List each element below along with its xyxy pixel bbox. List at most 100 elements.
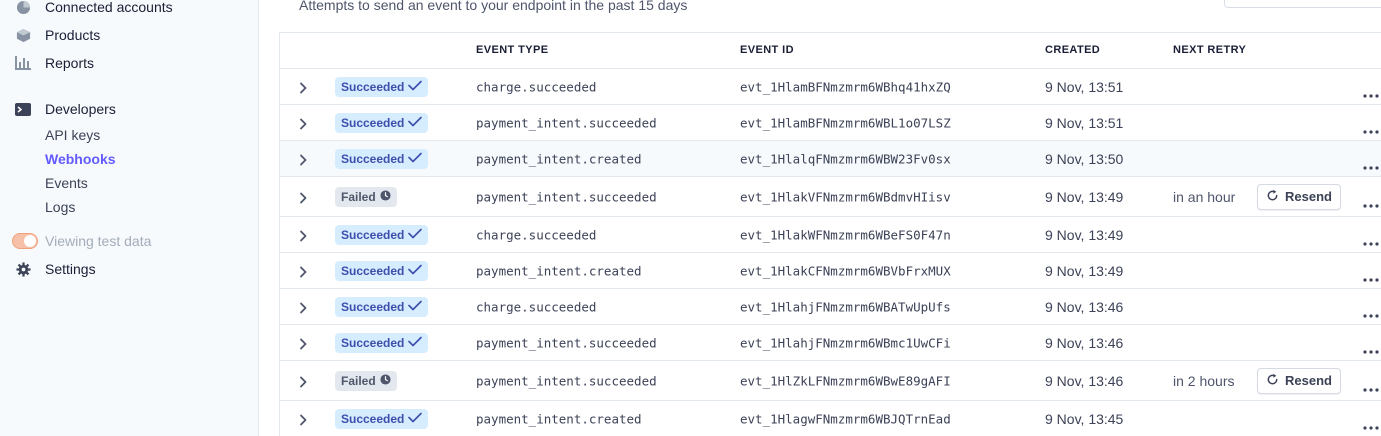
event-type: payment_intent.succeeded: [476, 189, 657, 204]
clock-icon: [376, 373, 391, 388]
more-options-icon[interactable]: [1363, 305, 1379, 318]
status-badge: Failed: [335, 370, 397, 391]
status-text: Succeeded: [341, 411, 405, 426]
table-header: EVENT TYPE EVENT ID CREATED NEXT RETRY: [280, 33, 1381, 69]
table-row[interactable]: Succeeded charge.succeeded evt_1HlakWFNmzm…: [280, 217, 1381, 253]
more-options-icon[interactable]: [1363, 195, 1379, 208]
table-row[interactable]: Succeeded payment_intent.succeeded evt_1Hl…: [280, 325, 1381, 361]
more-options-icon[interactable]: [1363, 157, 1379, 170]
created-time: 9 Nov, 13:49: [1045, 226, 1124, 243]
sidebar-item-products[interactable]: Products: [14, 25, 100, 45]
created-time: 9 Nov, 13:49: [1045, 262, 1124, 279]
event-type: payment_intent.created: [476, 151, 642, 166]
check-icon: [404, 300, 423, 314]
status-badge: Succeeded: [335, 408, 429, 429]
more-options-icon[interactable]: [1363, 341, 1379, 354]
status-text: Failed: [341, 373, 376, 388]
event-type: payment_intent.succeeded: [476, 373, 657, 388]
sidebar-item-api-keys[interactable]: API keys: [45, 125, 100, 145]
more-options-icon[interactable]: [1363, 121, 1379, 134]
check-icon: [404, 336, 423, 350]
table-row[interactable]: Failed payment_intent.succeeded evt_1HlZkL…: [280, 361, 1381, 401]
chevron-right-icon[interactable]: [297, 81, 309, 93]
more-options-icon[interactable]: [1363, 379, 1379, 392]
event-id[interactable]: evt_1HlakVFNmzmrm6WBdmvHIisv: [740, 189, 951, 204]
events-table: EVENT TYPE EVENT ID CREATED NEXT RETRY S…: [279, 32, 1381, 436]
chevron-right-icon[interactable]: [297, 191, 309, 203]
resend-button[interactable]: Resend: [1257, 183, 1341, 210]
column-created: CREATED: [1045, 44, 1101, 56]
connected-accounts-icon: [14, 0, 32, 16]
sidebar: Connected accounts Products Reports Deve…: [0, 0, 259, 436]
sidebar-item-settings[interactable]: Settings: [14, 259, 96, 279]
event-id[interactable]: evt_1HlZkLFNmzmrm6WBwE89gAFI: [740, 373, 951, 388]
created-time: 9 Nov, 13:46: [1045, 372, 1124, 389]
status-badge: Succeeded: [335, 296, 429, 317]
gear-icon: [14, 260, 32, 278]
status-text: Succeeded: [341, 335, 405, 350]
event-type: payment_intent.succeeded: [476, 115, 657, 130]
check-icon: [404, 152, 423, 166]
chevron-right-icon[interactable]: [297, 265, 309, 277]
test-data-toggle[interactable]: [12, 233, 38, 249]
event-type: charge.succeeded: [476, 227, 597, 242]
event-id[interactable]: evt_1HlakWFNmzmrm6WBeFS0F47n: [740, 227, 951, 242]
event-id[interactable]: evt_1HlalqFNmzmrm6WBW23Fv0sx: [740, 151, 951, 166]
event-type: charge.succeeded: [476, 79, 597, 94]
status-badge: Succeeded: [335, 260, 429, 281]
created-time: 9 Nov, 13:46: [1045, 298, 1124, 315]
chevron-right-icon[interactable]: [297, 153, 309, 165]
event-id[interactable]: evt_1HlagwFNmzmrm6WBJQTrnEad: [740, 411, 951, 426]
created-time: 9 Nov, 13:51: [1045, 78, 1124, 95]
event-id[interactable]: evt_1HlahjFNmzmrm6WBmc1UwCFi: [740, 335, 951, 350]
table-row[interactable]: Succeeded payment_intent.succeeded evt_1Hl…: [280, 105, 1381, 141]
check-icon: [404, 264, 423, 278]
event-id[interactable]: evt_1HlamBFNmzmrm6WBhq41hxZQ: [740, 79, 951, 94]
chevron-right-icon[interactable]: [297, 337, 309, 349]
sidebar-item-events[interactable]: Events: [45, 173, 88, 193]
table-row[interactable]: Succeeded charge.succeeded evt_1HlamBFNmzm…: [280, 69, 1381, 105]
status-text: Failed: [341, 189, 376, 204]
sidebar-item-connected-accounts[interactable]: Connected accounts: [14, 0, 173, 17]
table-row[interactable]: Succeeded charge.succeeded evt_1HlahjFNmzm…: [280, 289, 1381, 325]
reports-icon: [14, 54, 32, 72]
sidebar-item-developers[interactable]: Developers: [14, 99, 116, 119]
chevron-right-icon[interactable]: [297, 301, 309, 313]
more-options-icon[interactable]: [1363, 85, 1379, 98]
created-time: 9 Nov, 13:45: [1045, 410, 1124, 427]
check-icon: [404, 228, 423, 242]
table-row[interactable]: Succeeded payment_intent.created evt_1Hlag…: [280, 401, 1381, 436]
status-text: Succeeded: [341, 227, 405, 242]
column-next-retry: NEXT RETRY: [1173, 44, 1247, 56]
status-badge: Succeeded: [335, 112, 429, 133]
more-options-icon[interactable]: [1363, 233, 1379, 246]
sidebar-item-reports[interactable]: Reports: [14, 53, 94, 73]
main-content: Attempts to send an event to your endpoi…: [259, 0, 1381, 436]
test-data-toggle-row[interactable]: Viewing test data: [12, 231, 151, 251]
table-row[interactable]: Succeeded payment_intent.created evt_1Hlal…: [280, 141, 1381, 177]
sidebar-item-webhooks[interactable]: Webhooks: [45, 149, 116, 169]
chevron-right-icon[interactable]: [297, 229, 309, 241]
resend-button[interactable]: Resend: [1257, 367, 1341, 394]
next-retry: in an hour: [1173, 188, 1236, 205]
status-text: Succeeded: [341, 79, 405, 94]
more-options-icon[interactable]: [1363, 269, 1379, 282]
sidebar-item-logs[interactable]: Logs: [45, 197, 75, 217]
test-data-label: Viewing test data: [45, 233, 152, 249]
event-id[interactable]: evt_1HlahjFNmzmrm6WBATwUpUfs: [740, 299, 951, 314]
chevron-right-icon[interactable]: [297, 375, 309, 387]
event-id[interactable]: evt_1HlamBFNmzmrm6WBL1o07LSZ: [740, 115, 951, 130]
event-id[interactable]: evt_1HlakCFNmzmrm6WBVbFrxMUX: [740, 263, 951, 278]
created-time: 9 Nov, 13:46: [1045, 334, 1124, 351]
box-icon: [14, 26, 32, 44]
event-type: payment_intent.created: [476, 263, 642, 278]
more-options-icon[interactable]: [1363, 417, 1379, 430]
filter-button[interactable]: [1224, 0, 1381, 8]
chevron-right-icon[interactable]: [297, 413, 309, 425]
chevron-right-icon[interactable]: [297, 117, 309, 129]
next-retry: in 2 hours: [1173, 372, 1235, 389]
table-row[interactable]: Succeeded payment_intent.created evt_1Hlak…: [280, 253, 1381, 289]
table-row[interactable]: Failed payment_intent.succeeded evt_1HlakV…: [280, 177, 1381, 217]
event-type: payment_intent.created: [476, 411, 642, 426]
status-text: Succeeded: [341, 151, 405, 166]
